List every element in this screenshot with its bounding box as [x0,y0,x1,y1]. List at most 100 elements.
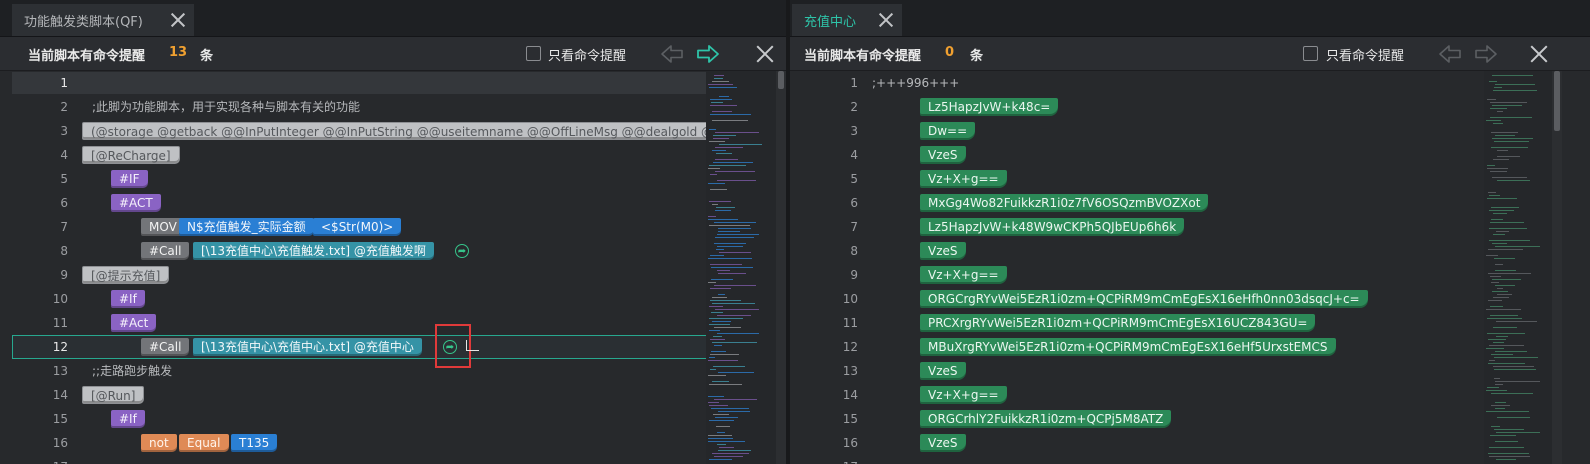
code-block[interactable]: MBuXrgRYvWei5EzR1i0zm+QCPiRM9mCmEgEsX16e… [920,338,1336,356]
minimap-line [715,147,743,148]
code-line[interactable]: 3 Dw== [790,119,1484,143]
minimap-line [719,96,729,97]
code-line[interactable]: 12 MBuXrgRYvWei5EzR1i0zm+QCPiRM9mCmEgEsX1… [790,335,1484,359]
close-reminder-icon[interactable] [1528,43,1550,65]
code-line[interactable]: 10 #If [0,287,706,311]
code-block[interactable]: Lz5HapzJvW+k48W9wCKPh5QJbEUp6h6k [920,218,1185,236]
code-line[interactable]: 14 [@Run] [0,383,706,407]
code-block[interactable]: #If [111,290,145,308]
code-block[interactable]: VzeS [920,146,966,164]
minimap[interactable] [706,71,776,464]
code-block[interactable]: #If [111,410,145,428]
code-block[interactable]: VzeS [920,434,966,452]
code-line[interactable]: 9 [@提示充值] [0,263,706,287]
code-block[interactable]: (@storage @getback @@InPutInteger @@InPu… [82,122,774,140]
code-block[interactable]: Lz5HapzJvW+k48c= [920,98,1059,116]
only-reminders-label[interactable]: 只看命令提醒 [548,45,626,64]
tab-recharge-center[interactable]: 充值中心 [792,4,902,36]
code-line[interactable]: 1 [0,71,706,95]
code-editor-left[interactable]: 1 2 ;此脚为功能脚本，用于实现各种与脚本有关的功能 3 (@storage @get… [0,71,776,464]
code-line[interactable]: 13 VzeS [790,359,1484,383]
scrollbar-thumb[interactable] [778,71,784,89]
code-block[interactable]: Dw== [920,122,976,140]
code-block[interactable]: VzeS [920,242,966,260]
code-line[interactable]: 17 [0,455,706,464]
line-number: 3 [60,124,68,138]
minimap[interactable] [1484,71,1554,464]
code-line[interactable]: 4 [@ReCharge] [0,143,706,167]
code-block[interactable]: #Call [141,338,190,356]
code-line[interactable]: 16 not Equal T135 [0,431,706,455]
previous-arrow-icon[interactable] [660,44,684,64]
code-editor-right[interactable]: 1 ;+++996+++ 2 Lz5HapzJvW+k48c= 3 Dw== 4 VzeS 5 V… [790,71,1484,464]
code-line[interactable]: 11 PRCXrgRYvWei5EzR1i0zm+QCPiRM9mCmEgEsX1… [790,311,1484,335]
code-line[interactable]: 7 Lz5HapzJvW+k48W9wCKPh5QJbEUp6h6k [790,215,1484,239]
only-reminders-label[interactable]: 只看命令提醒 [1326,45,1404,64]
code-line[interactable]: 5 #IF [0,167,706,191]
code-line[interactable]: 8 VzeS [790,239,1484,263]
code-line[interactable]: 2 ;此脚为功能脚本，用于实现各种与脚本有关的功能 [0,95,706,119]
code-line[interactable]: 13 ;;走路跑步触发 [0,359,706,383]
line-number: 2 [850,100,858,114]
minimap-line [1494,429,1524,430]
close-icon[interactable] [876,10,896,30]
code-block[interactable]: #IF [111,170,148,188]
vertical-scrollbar[interactable] [1552,71,1562,464]
code-block[interactable]: not [141,434,177,452]
code-block[interactable]: #Call [141,242,190,260]
tab-function-trigger-script[interactable]: 功能触发类脚本(QF) [12,4,194,36]
code-line[interactable]: 4 VzeS [790,143,1484,167]
code-block[interactable]: PRCXrgRYvWei5EzR1i0zm+QCPiRM9mCmEgEsX16U… [920,314,1316,332]
minimap-line [711,102,723,103]
code-line[interactable]: 3 (@storage @getback @@InPutInteger @@InP… [0,119,774,143]
code-block[interactable]: [@Run] [82,386,145,404]
code-block[interactable]: [\13充值中心\充值中心.txt] @充值中心 [193,338,422,356]
code-line[interactable]: 2 Lz5HapzJvW+k48c= [790,95,1484,119]
close-reminder-icon[interactable] [754,43,776,65]
code-block[interactable]: VzeS [920,362,966,380]
code-line[interactable]: 7 MOV N$充值触发_实际金额 <$Str(M0)> [0,215,706,239]
code-line[interactable]: 10 ORGCrgRYvWei5EzR1i0zm+QCPiRM9mCmEgEsX1… [790,287,1484,311]
only-reminders-checkbox[interactable] [1303,46,1318,61]
code-line[interactable]: 8 #Call [\13充值中心\充值触发.txt] @充值触发啊 ➦ [0,239,706,263]
only-reminders-checkbox[interactable] [526,46,541,61]
next-arrow-icon[interactable] [696,44,720,64]
reminder-unit: 条 [970,49,984,64]
scrollbar-thumb[interactable] [1554,71,1560,131]
minimap-line [1492,279,1521,280]
code-block[interactable]: Equal [179,434,229,452]
code-block[interactable]: T135 [231,434,278,452]
code-block[interactable]: [\13充值中心\充值触发.txt] @充值触发啊 [193,242,434,260]
code-line[interactable]: 6 #ACT [0,191,706,215]
minimap-line [1495,84,1535,85]
jump-to-file-icon[interactable]: ➦ [455,244,469,258]
code-line[interactable]: 11 #Act [0,311,706,335]
code-block[interactable]: N$充值触发_实际金额 [179,218,314,236]
code-block[interactable]: ORGCrgRYvWei5EzR1i0zm+QCPiRM9mCmEgEsX16e… [920,290,1368,308]
code-line[interactable]: 12 #Call [\13充值中心\充值中心.txt] @充值中心 ➦ [0,324,706,368]
code-line[interactable]: 9 Vz+X+g== [790,263,1484,287]
code-line[interactable]: 14 Vz+X+g== [790,383,1484,407]
code-block[interactable]: MxGg4Wo82FuikkzR1i0z7fV6OSQzmBVOZXot [920,194,1209,212]
close-icon[interactable] [168,10,188,30]
code-line[interactable]: 5 Vz+X+g== [790,167,1484,191]
code-block[interactable]: #ACT [111,194,161,212]
code-block[interactable]: [@提示充值] [82,266,170,284]
code-block[interactable]: ORGCrhlY2FuikkzR1i0zm+QCPj5M8ATZ [920,410,1172,428]
code-line[interactable]: 17 [790,455,1484,464]
code-line[interactable]: 6 MxGg4Wo82FuikkzR1i0z7fV6OSQzmBVOZXot [790,191,1484,215]
code-block[interactable]: Vz+X+g== [920,386,1007,404]
previous-arrow-icon[interactable] [1438,44,1462,64]
code-block[interactable]: <$Str(M0)> [313,218,402,236]
code-line[interactable]: 15 ORGCrhlY2FuikkzR1i0zm+QCPj5M8ATZ [790,407,1484,431]
code-block[interactable]: [@ReCharge] [82,146,180,164]
code-line[interactable]: 16 VzeS [790,431,1484,455]
minimap-line [718,372,754,373]
next-arrow-icon[interactable] [1474,44,1498,64]
code-block[interactable]: #Act [111,314,157,332]
code-block[interactable]: Vz+X+g== [920,170,1007,188]
code-line[interactable]: 15 #If [0,407,706,431]
code-line[interactable]: 1 ;+++996+++ [790,71,1484,95]
code-block[interactable]: Vz+X+g== [920,266,1007,284]
vertical-scrollbar[interactable] [776,71,786,464]
